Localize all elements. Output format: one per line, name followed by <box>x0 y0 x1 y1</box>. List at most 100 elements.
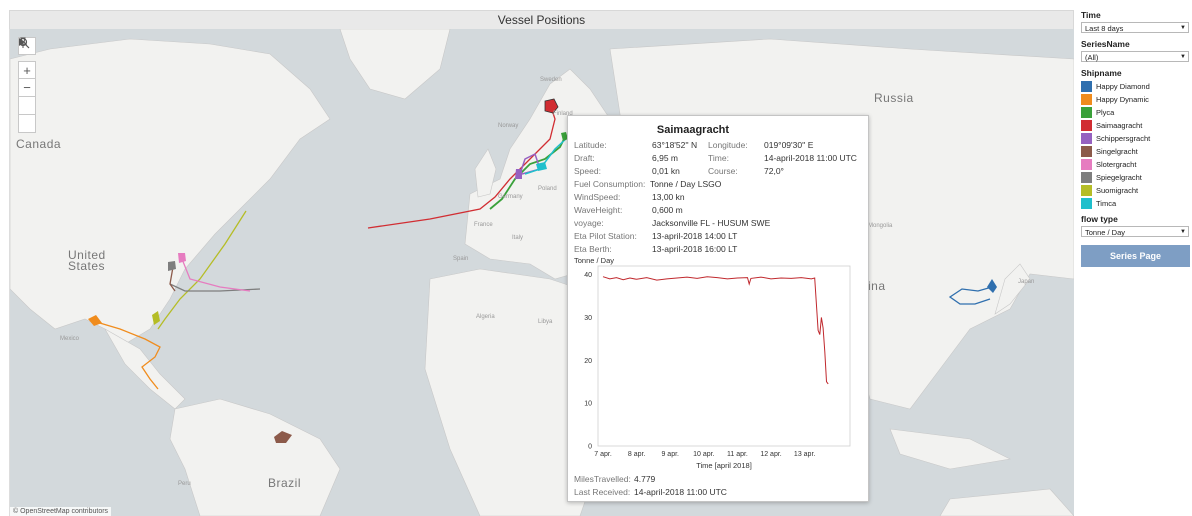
shipname-legend-label: Shipname <box>1081 68 1122 78</box>
legend-swatch <box>1081 120 1092 131</box>
map-attribution[interactable]: © OpenStreetMap contributors <box>10 507 112 516</box>
map-label-mongolia: Mongolia <box>868 223 893 229</box>
dashboard-title: Vessel Positions <box>9 10 1074 30</box>
map-label-russia: Russia <box>874 91 914 105</box>
x-tick-label: 7 apr. <box>594 451 612 458</box>
legend-item-timca[interactable]: Timca <box>1081 197 1192 210</box>
map-label-poland: Poland <box>538 186 557 192</box>
map-label-peru: Peru <box>178 481 191 487</box>
play-button[interactable] <box>18 38 36 133</box>
legend-label: Timca <box>1096 199 1117 208</box>
map-label-canada: Canada <box>16 137 62 151</box>
map-label-mexico: Mexico <box>60 336 80 342</box>
legend-swatch <box>1081 107 1092 118</box>
course-value: 72,0° <box>764 166 784 176</box>
map-label-italy: Italy <box>512 235 524 241</box>
zoom-in-button[interactable]: + <box>18 61 36 79</box>
legend-item-suomigracht[interactable]: Suomigracht <box>1081 184 1192 197</box>
world-map[interactable]: Canada United States Russia Mexico Brazi… <box>9 29 1074 516</box>
eta-berth-label: Eta Berth: <box>574 244 612 254</box>
map-label-sweden: Sweden <box>540 77 562 83</box>
eta-pilot-label: Eta Pilot Station: <box>574 231 637 241</box>
wind-label: WindSpeed: <box>574 192 621 202</box>
map-label-united-states: United States <box>68 248 106 273</box>
map-toolbar: + − <box>18 37 36 133</box>
last-received-label: Last Received: <box>574 487 631 497</box>
legend-label: Plyca <box>1096 108 1115 117</box>
map-label-algeria: Algeria <box>476 314 495 320</box>
legend-swatch <box>1081 94 1092 105</box>
map-label-china: ina <box>868 279 886 293</box>
x-tick-label: 8 apr. <box>628 451 646 458</box>
x-tick-label: 13 apr. <box>794 451 815 458</box>
legend-item-plyca[interactable]: Plyca <box>1081 106 1192 119</box>
legend-label: Saimaagracht <box>1096 121 1143 130</box>
last-received-value: 14-april-2018 11:00 UTC <box>634 487 727 497</box>
draft-value: 6,95 m <box>652 153 678 163</box>
y-tick-label: 10 <box>584 401 592 408</box>
y-tick-label: 40 <box>584 272 592 279</box>
flow-type-select[interactable]: Tonne / Day ▼ <box>1081 226 1189 237</box>
legend-label: Happy Dynamic <box>1096 95 1149 104</box>
chevron-down-icon: ▼ <box>1180 229 1186 235</box>
shipname-legend: Happy Diamond Happy Dynamic Plyca Saimaagra… <box>1081 80 1192 210</box>
legend-item-singelgracht[interactable]: Singelgracht <box>1081 145 1192 158</box>
voyage-value: Jacksonville FL - HUSUM SWE <box>652 218 771 228</box>
legend-item-happy-dynamic[interactable]: Happy Dynamic <box>1081 93 1192 106</box>
wave-value: 0,600 m <box>652 205 683 215</box>
series-filter-select[interactable]: (All) ▼ <box>1081 51 1189 62</box>
legend-item-spiegelgracht[interactable]: Spiegelgracht <box>1081 171 1192 184</box>
plot-frame <box>597 265 851 447</box>
miles-value: 4.779 <box>634 474 656 484</box>
wind-value: 13,00 kn <box>652 192 685 202</box>
fuel-value: Tonne / Day LSGO <box>650 179 722 189</box>
map-label-brazil: Brazil <box>268 476 302 490</box>
series-page-button[interactable]: Series Page <box>1081 245 1190 267</box>
draft-label: Draft: <box>574 153 595 163</box>
zoom-group: + − <box>18 37 36 133</box>
x-tick-label: 11 apr. <box>727 451 748 458</box>
legend-swatch <box>1081 198 1092 209</box>
legend-label: Schippersgracht <box>1096 134 1151 143</box>
legend-item-schippersgracht[interactable]: Schippersgracht <box>1081 132 1192 145</box>
marker-schippersgracht <box>515 169 522 179</box>
legend-label: Slotergracht <box>1096 160 1137 169</box>
legend-swatch <box>1081 81 1092 92</box>
vessel-tooltip: Saimaagracht Latitude: 63°18'52'' N Long… <box>567 115 869 502</box>
eta-pilot-value: 13-april-2018 14:00 LT <box>652 231 738 241</box>
legend-swatch <box>1081 172 1092 183</box>
zoom-out-button[interactable]: − <box>18 79 36 97</box>
series-filter-value: (All) <box>1085 53 1099 62</box>
y-axis-ticks: 0 10 20 30 40 <box>584 272 592 450</box>
map-label-japan: Japan <box>1018 279 1035 285</box>
time-filter-value: Last 8 days <box>1085 24 1124 33</box>
legend-label: Suomigracht <box>1096 186 1139 195</box>
voyage-label: voyage: <box>574 218 604 228</box>
legend-item-happy-diamond[interactable]: Happy Diamond <box>1081 80 1192 93</box>
map-label-libya: Libya <box>538 319 553 325</box>
legend-label: Spiegelgracht <box>1096 173 1142 182</box>
legend-item-saimaagracht[interactable]: Saimaagracht <box>1081 119 1192 132</box>
time-filter-select[interactable]: Last 8 days ▼ <box>1081 22 1189 33</box>
latitude-label: Latitude: <box>574 140 607 150</box>
pin-button[interactable] <box>18 37 36 115</box>
eta-berth-value: 13-april-2018 16:00 LT <box>652 244 738 254</box>
legend-label: Singelgracht <box>1096 147 1138 156</box>
time-filter-label: Time <box>1081 10 1101 20</box>
legend-item-slotergracht[interactable]: Slotergracht <box>1081 158 1192 171</box>
map-label-norway: Norway <box>498 123 519 129</box>
map-canvas[interactable] <box>10 29 1074 516</box>
x-axis-ticks: 7 apr. 8 apr. 9 apr. 10 apr. 11 apr. 12 apr. 1… <box>594 451 815 458</box>
chevron-down-icon: ▼ <box>1180 25 1186 31</box>
series-filter-label: SeriesName <box>1081 39 1130 49</box>
longitude-value: 019°09'30'' E <box>764 140 814 150</box>
chevron-down-icon: ▼ <box>1180 54 1186 60</box>
filter-panel: Time Last 8 days ▼ SeriesName (All) ▼ Sh… <box>1081 10 1192 267</box>
time-label: Time: <box>708 153 729 163</box>
latitude-value: 63°18'52'' N <box>652 140 698 150</box>
x-tick-label: 10 apr. <box>693 451 714 458</box>
y-tick-label: 20 <box>584 358 592 365</box>
flow-type-value: Tonne / Day <box>1085 228 1126 237</box>
legend-swatch <box>1081 146 1092 157</box>
flow-type-label: flow type <box>1081 214 1118 224</box>
